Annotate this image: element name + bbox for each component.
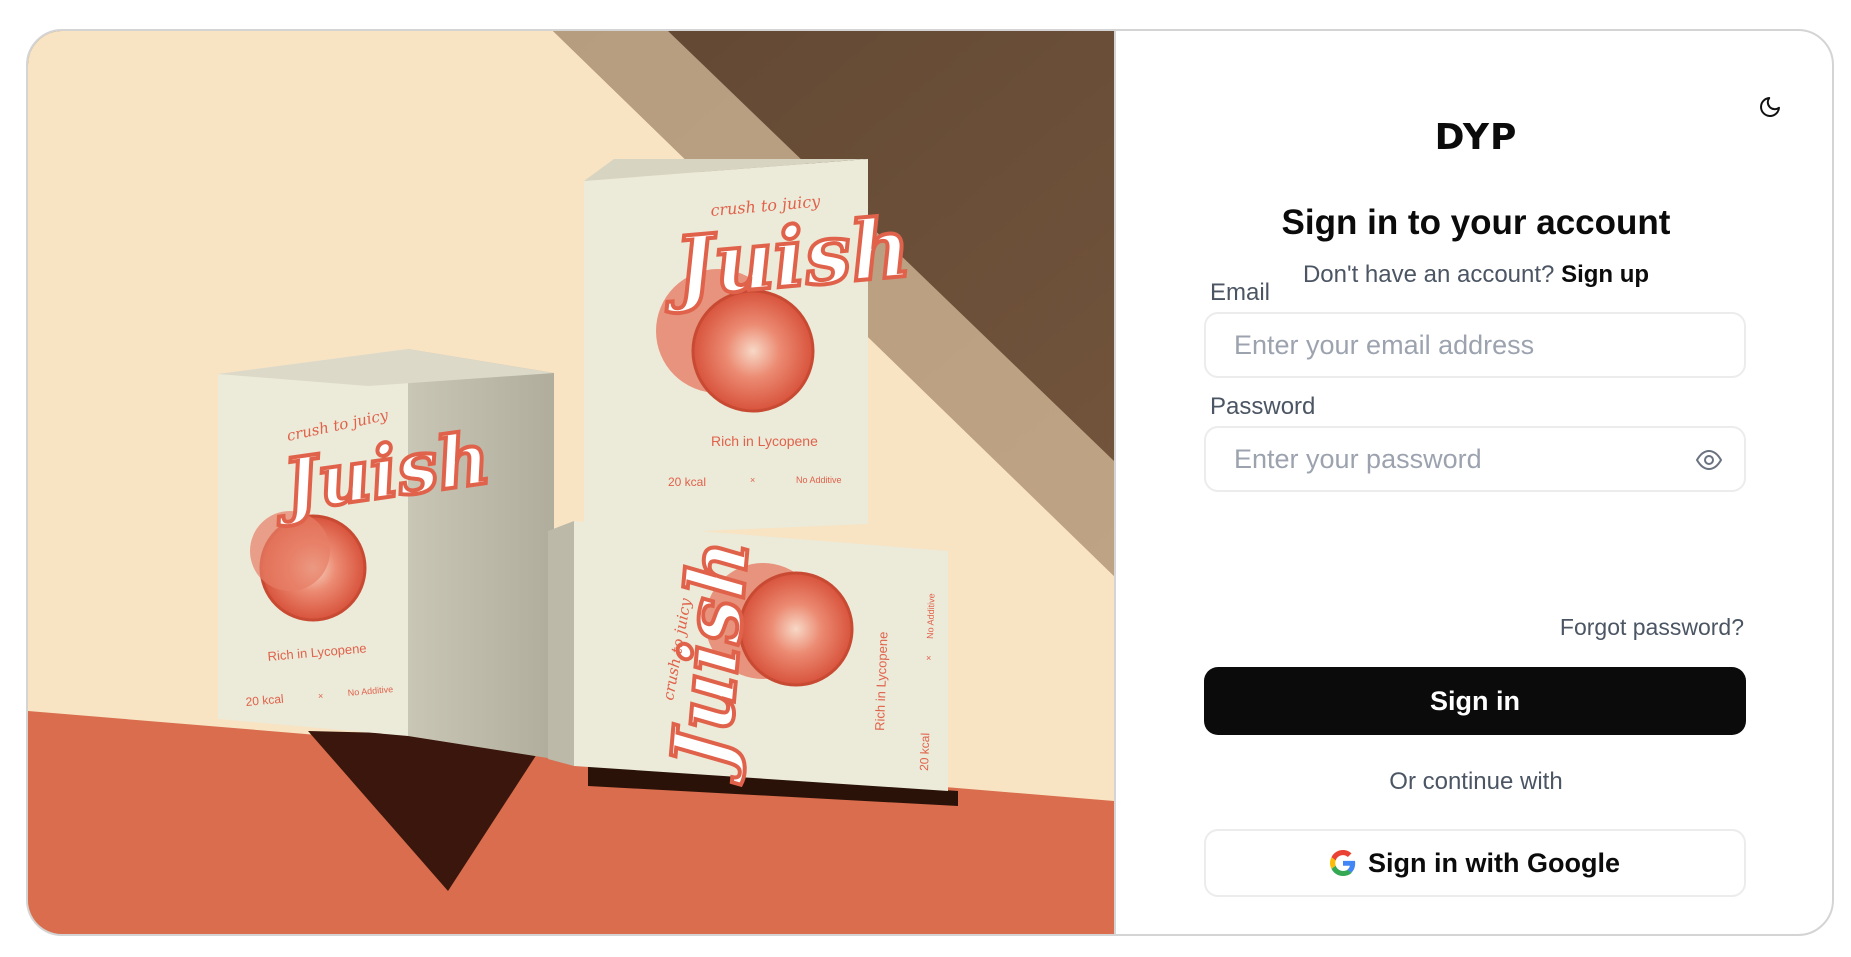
password-input[interactable] (1206, 428, 1744, 490)
google-sign-in-button[interactable]: Sign in with Google (1204, 829, 1746, 897)
continue-with-divider: Or continue with (1389, 768, 1563, 795)
email-field-wrapper (1204, 312, 1746, 378)
svg-text:No Additive: No Additive (925, 593, 937, 639)
svg-text:×: × (926, 653, 931, 663)
signup-link[interactable]: Sign up (1561, 261, 1649, 288)
signup-prompt-text: Don't have an account? (1302, 261, 1555, 288)
svg-text:×: × (750, 475, 755, 485)
signin-panel: DYP Sign in to your account Don't have a… (1114, 31, 1832, 934)
password-field-wrapper (1204, 426, 1746, 492)
google-button-label: Sign in with Google (1368, 847, 1620, 878)
svg-text:20 kcal: 20 kcal (668, 475, 706, 489)
password-label: Password (1210, 393, 1316, 420)
svg-text:No Additive: No Additive (796, 475, 842, 485)
forgot-password-link[interactable]: Forgot password? (1560, 614, 1744, 641)
svg-text:Rich in Lycopene: Rich in Lycopene (711, 433, 818, 449)
brand-logo: DYP (1434, 117, 1518, 158)
hero-image: Juish crush to juicy Rich in Lycopene 20… (28, 31, 1114, 934)
svg-text:×: × (318, 691, 323, 701)
auth-card: Juish crush to juicy Rich in Lycopene 20… (26, 29, 1834, 936)
eye-icon (1695, 449, 1723, 471)
toggle-password-visibility-button[interactable] (1692, 445, 1726, 475)
email-input[interactable] (1206, 314, 1744, 376)
email-label: Email (1210, 279, 1271, 306)
moon-icon (1760, 97, 1780, 117)
svg-text:20 kcal: 20 kcal (917, 733, 932, 771)
google-icon (1330, 850, 1356, 876)
sign-in-button[interactable]: Sign in (1204, 667, 1746, 735)
page-title: Sign in to your account (1281, 203, 1671, 242)
